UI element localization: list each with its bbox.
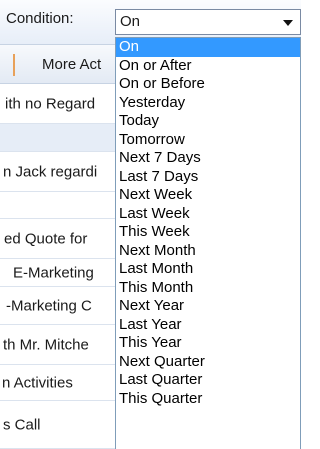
dropdown-option[interactable]: Next Week [116, 186, 300, 205]
table-row-subject: E-Marketing [13, 264, 94, 281]
dropdown-option[interactable]: Last Quarter [116, 371, 300, 390]
condition-dropdown-list[interactable]: On On or After On or Before Yesterday Today T… [115, 37, 301, 449]
dropdown-option[interactable]: On or After [116, 57, 300, 76]
dropdown-option[interactable]: Last Month [116, 260, 300, 279]
dropdown-option[interactable]: Tomorrow [116, 131, 300, 150]
dropdown-option[interactable]: On [116, 38, 300, 57]
table-row-subject: -Marketing C [6, 297, 92, 314]
dropdown-option[interactable]: Next 7 Days [116, 149, 300, 168]
condition-select[interactable]: On [115, 9, 301, 35]
dropdown-option[interactable]: Last 7 Days [116, 168, 300, 187]
dropdown-option[interactable]: Yesterday [116, 94, 300, 113]
more-actions-button[interactable]: More Act [42, 56, 101, 73]
condition-select-value: On [120, 13, 141, 30]
dropdown-option[interactable]: This Year [116, 334, 300, 353]
dropdown-option[interactable]: On or Before [116, 75, 300, 94]
dropdown-option[interactable]: Last Week [116, 205, 300, 224]
table-row-subject: ed Quote for [4, 230, 88, 247]
dropdown-option[interactable]: Next Month [116, 242, 300, 261]
table-row-subject: th Mr. Mitche [3, 336, 89, 353]
condition-label: Condition: [6, 10, 74, 27]
toolbar-separator [13, 54, 15, 76]
table-row-subject: n Jack regardi [3, 163, 98, 180]
table-row-subject: s Call [3, 416, 41, 433]
chevron-down-icon[interactable] [283, 20, 293, 26]
dropdown-option[interactable]: Next Year [116, 297, 300, 316]
dropdown-option[interactable]: Today [116, 112, 300, 131]
dropdown-option[interactable]: This Month [116, 279, 300, 298]
app-window: Condition: On More Act ith no Regard n Ja… [0, 0, 301, 449]
table-row-subject: n Activities [2, 374, 73, 391]
dropdown-option[interactable]: Next Quarter [116, 353, 300, 372]
dropdown-option[interactable]: Last Year [116, 316, 300, 335]
dropdown-option[interactable]: This Week [116, 223, 300, 242]
table-row-subject: ith no Regard [5, 95, 96, 112]
dropdown-option[interactable]: This Quarter [116, 390, 300, 409]
